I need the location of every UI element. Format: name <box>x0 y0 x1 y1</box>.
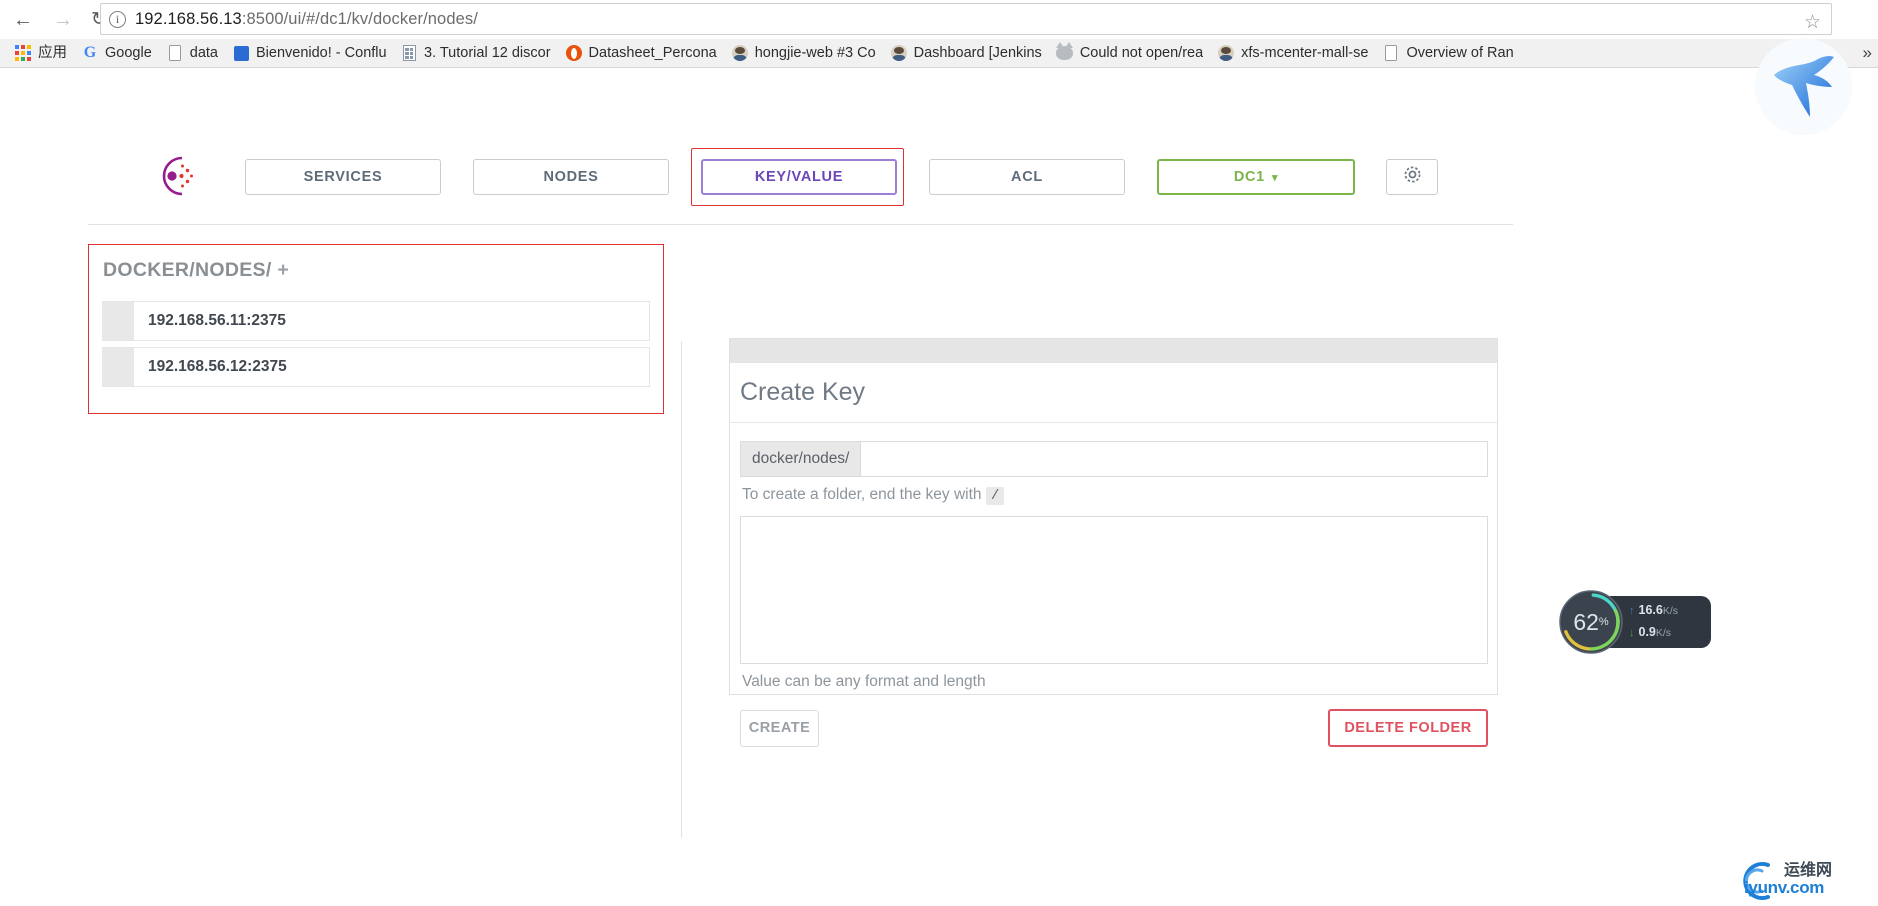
bookmarks-bar: 应用 G Google data Bienvenido! - Conflu 3.… <box>0 39 1878 68</box>
opera-icon <box>565 44 583 62</box>
kv-item-label: 192.168.56.11:2375 <box>148 312 286 329</box>
bookmark-apps[interactable]: 应用 <box>10 41 74 65</box>
jenkins-person-icon <box>890 44 908 62</box>
chevron-down-icon: ▾ <box>1271 171 1279 184</box>
card-body: docker/nodes/ To create a folder, end th… <box>730 423 1497 747</box>
bookmark-label: xfs-mcenter-mall-se <box>1241 45 1369 61</box>
jenkins-person-icon <box>1217 44 1235 62</box>
page-info-icon[interactable]: i <box>109 10 126 28</box>
browser-toolbar: ← → ↻ i 192.168.56.13:8500/ui/#/dc1/kv/d… <box>0 0 1878 39</box>
delete-folder-button[interactable]: DELETE FOLDER <box>1328 709 1488 747</box>
key-input-group: docker/nodes/ <box>740 441 1488 477</box>
bookmark-label: Overview of Ran <box>1406 45 1514 61</box>
building-icon <box>400 44 418 62</box>
list-item[interactable]: 192.168.56.11:2375 <box>102 301 650 341</box>
bookmark-data[interactable]: data <box>162 41 225 65</box>
bookmark-could-not-open[interactable]: Could not open/rea <box>1052 41 1210 65</box>
list-item[interactable]: 192.168.56.12:2375 <box>102 347 650 387</box>
key-input[interactable] <box>860 441 1488 477</box>
browser-chrome: ← → ↻ i 192.168.56.13:8500/ui/#/dc1/kv/d… <box>0 0 1878 68</box>
bookmarks-overflow-icon[interactable]: » <box>1863 42 1872 64</box>
consul-navbar: SERVICES NODES KEY/VALUE ACL DC1 ▾ <box>0 68 1878 206</box>
key-hint-text: To create a folder, end the key with <box>742 486 982 503</box>
gear-icon <box>1401 163 1424 191</box>
bookmark-label: Datasheet_Percona <box>588 45 717 61</box>
key-hint: To create a folder, end the key with / <box>742 486 1487 505</box>
upload-speed-value: 16.6 <box>1638 603 1663 617</box>
bookmark-hongjie-web[interactable]: hongjie-web #3 Co <box>727 41 883 65</box>
watermark-cn-text: 运维网 <box>1784 862 1833 879</box>
key-hint-code: / <box>985 487 1005 505</box>
value-textarea[interactable] <box>740 516 1488 664</box>
datacenter-selector[interactable]: DC1 ▾ <box>1157 159 1355 195</box>
apps-grid-icon <box>14 44 32 62</box>
header-divider <box>88 224 1513 225</box>
consul-logo-icon[interactable] <box>152 153 198 199</box>
kv-item-label: 192.168.56.12:2375 <box>148 358 287 375</box>
bookmark-tutorial[interactable]: 3. Tutorial 12 discor <box>396 41 558 65</box>
bookmark-label: Could not open/rea <box>1079 45 1204 61</box>
bookmark-label: Dashboard [Jenkins <box>913 45 1042 61</box>
bookmark-datasheet-percona[interactable]: Datasheet_Percona <box>561 41 724 65</box>
bookmark-label: Google <box>105 45 152 61</box>
bookmark-label: 3. Tutorial 12 discor <box>424 45 551 61</box>
bookmark-star-icon[interactable]: ☆ <box>1804 13 1821 32</box>
download-speed-unit: K/s <box>1655 627 1672 639</box>
page-title: Create Key <box>740 378 866 406</box>
consul-nav-tabs: SERVICES NODES KEY/VALUE ACL DC1 ▾ <box>245 159 1387 195</box>
watermark-text: iyunv.com <box>1744 878 1825 897</box>
add-key-icon[interactable]: + <box>277 259 289 281</box>
kv-folder-panel: DOCKER/NODES/ + 192.168.56.11:2375 192.1… <box>88 244 664 414</box>
tab-key-value[interactable]: KEY/VALUE <box>701 159 897 195</box>
url-text: 192.168.56.13:8500/ui/#/dc1/kv/docker/no… <box>135 9 478 28</box>
bookmark-google[interactable]: G Google <box>77 41 159 65</box>
download-speed-row: ↓ 0.9 K/s <box>1629 622 1701 644</box>
bookmark-label: Bienvenido! - Conflu <box>256 45 386 61</box>
kv-folder-path: DOCKER/NODES/ <box>103 259 272 281</box>
card-topbar <box>730 339 1497 363</box>
consul-ui: SERVICES NODES KEY/VALUE ACL DC1 ▾ DOCKE… <box>0 68 1878 906</box>
bookmark-label: data <box>189 45 218 61</box>
kv-folder-title: DOCKER/NODES/ + <box>103 259 289 282</box>
tab-acl[interactable]: ACL <box>929 159 1125 195</box>
forward-arrow-icon[interactable]: → <box>46 3 80 37</box>
upload-speed-unit: K/s <box>1662 605 1679 617</box>
cat-icon <box>1056 42 1074 62</box>
kv-list: 192.168.56.11:2375 192.168.56.12:2375 <box>102 301 650 393</box>
create-button[interactable]: CREATE <box>740 709 819 747</box>
upload-arrow-icon: ↑ <box>1629 605 1635 617</box>
settings-button[interactable] <box>1386 159 1438 195</box>
bird-cursor-icon <box>1755 38 1852 135</box>
jenkins-person-icon <box>731 44 749 62</box>
download-arrow-icon: ↓ <box>1629 627 1635 639</box>
value-hint: Value can be any format and length <box>742 673 986 690</box>
bookmark-dashboard-jenkins[interactable]: Dashboard [Jenkins <box>886 41 1049 65</box>
confluence-icon <box>232 44 250 62</box>
document-icon <box>166 44 184 62</box>
bookmark-xfs-mcenter-mall[interactable]: xfs-mcenter-mall-se <box>1213 41 1375 65</box>
tab-nodes[interactable]: NODES <box>473 159 669 195</box>
datacenter-label: DC1 <box>1233 169 1265 185</box>
download-speed-value: 0.9 <box>1638 625 1656 639</box>
cpu-usage-value: 62 <box>1573 608 1599 635</box>
site-watermark: 运维网 iyunv.com <box>1700 855 1870 901</box>
bookmark-confluence[interactable]: Bienvenido! - Conflu <box>228 41 393 65</box>
bookmark-overview-of-ran[interactable]: Overview of Ran <box>1378 41 1520 65</box>
key-prefix-label: docker/nodes/ <box>740 441 861 477</box>
address-bar[interactable]: i 192.168.56.13:8500/ui/#/dc1/kv/docker/… <box>100 3 1832 35</box>
bookmark-label: 应用 <box>38 45 67 61</box>
cpu-usage-text: 62% <box>1557 588 1625 656</box>
create-key-card: Create Key docker/nodes/ To create a fol… <box>729 338 1498 747</box>
card-actions: CREATE DELETE FOLDER <box>740 709 1488 747</box>
tab-services[interactable]: SERVICES <box>245 159 441 195</box>
bookmark-label: hongjie-web #3 Co <box>754 45 876 61</box>
google-g-icon: G <box>83 44 97 61</box>
upload-speed-row: ↑ 16.6 K/s <box>1629 600 1701 622</box>
document-icon <box>1382 44 1400 62</box>
column-divider <box>681 341 682 838</box>
cpu-usage-unit: % <box>1598 616 1609 628</box>
back-arrow-icon[interactable]: ← <box>6 3 40 37</box>
card-header: Create Key <box>730 363 1497 423</box>
